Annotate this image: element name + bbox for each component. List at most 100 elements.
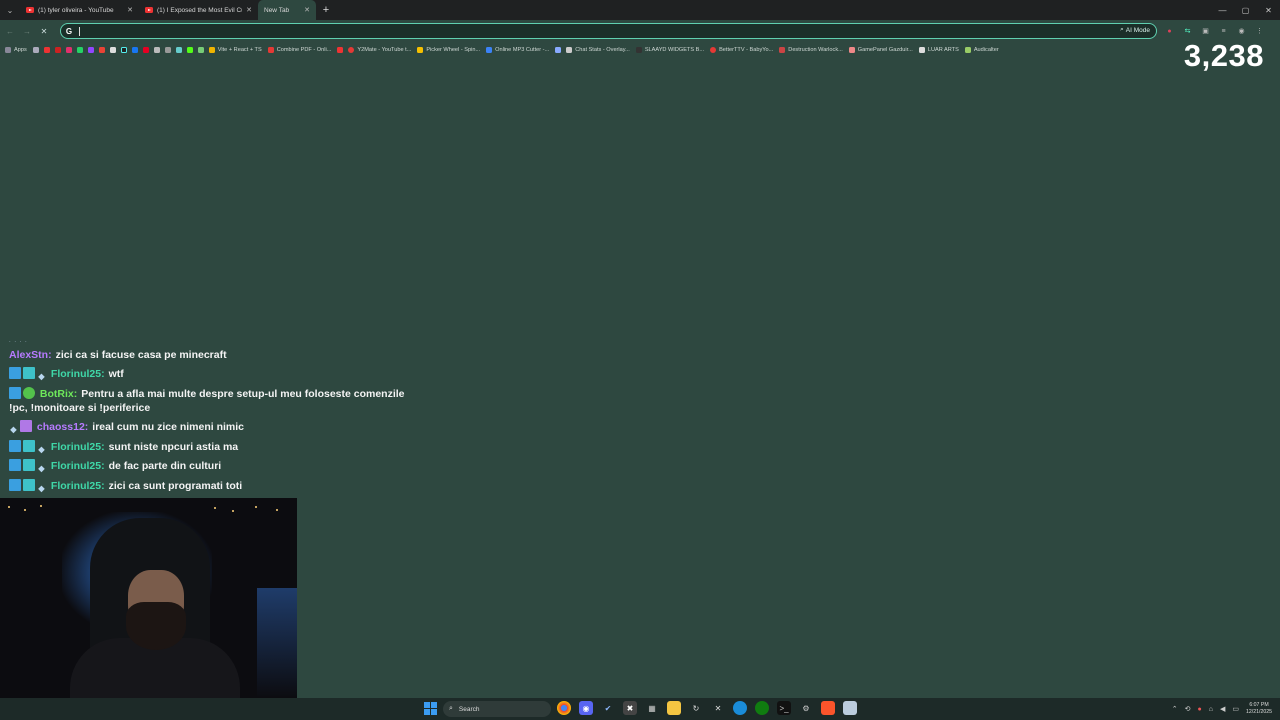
clock-date: 12/21/2025 [1246,709,1272,715]
steam-icon[interactable]: ✔ [601,701,615,715]
terminal-icon[interactable]: >_ [777,701,791,715]
chat-text: wtf [108,368,124,380]
gmail-icon[interactable] [98,46,105,53]
chat-username: Florinul25: [50,440,105,453]
moderator-badge-icon [9,459,21,471]
globe-icon[interactable] [164,46,171,53]
sync-icon[interactable]: ⟲ [1185,705,1191,713]
avatar[interactable]: ◉ [1235,25,1248,38]
bookmark-label: Destruction Warlock... [788,46,843,53]
bookmark-item[interactable]: Online MP3 Cutter -... [486,46,549,53]
kick-icon[interactable] [186,46,193,53]
refresh-icon[interactable]: ↻ [689,701,703,715]
bookmark-item[interactable]: GamePanel Gazduir... [848,46,913,53]
bookmark-apps[interactable]: Apps [5,46,27,53]
xbox-icon[interactable] [755,701,769,715]
menu-icon[interactable]: ⋮ [1253,25,1266,38]
map-pin-icon[interactable] [197,46,204,53]
instagram-icon[interactable] [65,46,72,53]
bookmark-item[interactable]: BetterTTV - BabyYo... [710,46,773,53]
tiktok-icon[interactable] [120,46,127,53]
bookmark-label: Chat Stats - Overlay... [575,46,630,53]
youtube-icon[interactable] [337,46,344,53]
obs-icon[interactable]: ✖ [623,701,637,715]
google-icon: G [65,26,73,36]
tab-youtube-cult[interactable]: (1) I Exposed the Most Evil Cult ✕ [139,0,258,20]
network-icon[interactable]: ⌂ [1209,706,1213,713]
tab-new-tab[interactable]: New Tab ✕ [258,0,316,20]
bookmark-item[interactable]: Chat Stats - Overlay... [566,46,630,53]
close-window-button[interactable]: ✕ [1257,0,1280,20]
link-icon[interactable] [555,46,562,53]
bookmark-label: Audicalter [973,46,999,53]
apps-grid-icon[interactable] [32,46,39,53]
extension-icon[interactable]: ● [1163,25,1176,38]
chat-text: zici ca si facuse casa pe minecraft [55,349,227,361]
maximize-button[interactable]: ▢ [1234,0,1257,20]
close-icon[interactable]: ✕ [246,6,252,14]
twitch-icon[interactable] [87,46,94,53]
puzzle-icon[interactable]: ▣ [1199,25,1212,38]
close-icon[interactable]: ✕ [304,6,310,14]
windows-start-icon[interactable] [424,702,437,715]
minimize-button[interactable]: — [1211,0,1234,20]
address-bar[interactable]: G ⌕ AI Mode [60,23,1157,39]
discord-icon[interactable]: ◉ [579,701,593,715]
close-icon[interactable]: ✕ [127,6,133,14]
x-icon[interactable] [109,46,116,53]
microphone-icon[interactable]: ● [1198,706,1202,713]
youtube-icon [26,7,34,13]
new-tab-button[interactable]: + [316,0,336,20]
calculator-icon[interactable]: ▦ [645,701,659,715]
subscriber-badge-icon [23,478,35,491]
bookmark-item[interactable]: SLAAYD WIDGETS B... [635,46,704,53]
x-icon[interactable]: ✕ [711,701,725,715]
bookmark-item[interactable]: LUAR ARTS [918,46,959,53]
bookmark-icon [779,46,786,53]
bookmark-item[interactable]: Y2Mate - YouTube t... [348,46,411,53]
subscriber-badge-icon [23,459,35,471]
bookmark-icon [348,46,355,53]
notepad-icon[interactable] [843,701,857,715]
youtube-icon[interactable] [54,46,61,53]
chrome-icon[interactable] [557,701,571,715]
bookmark-label: LUAR ARTS [927,46,959,53]
chevron-up-icon[interactable]: ⌃ [1172,705,1178,713]
back-button[interactable]: ← [3,20,17,42]
cloud-icon[interactable] [175,46,182,53]
bookmark-item[interactable]: Destruction Warlock... [779,46,843,53]
stop-button[interactable]: ✕ [37,20,51,42]
chat-text: ireal cum nu zice nimeni nimic [92,421,245,433]
viewer-count: 3,238 [1183,38,1264,73]
bookmark-item[interactable]: Audicalter [964,46,999,53]
tab-youtube-tyler[interactable]: (1) tyler oliveira - YouTube ✕ [20,0,139,20]
media-icon[interactable]: ≡ [1217,25,1230,38]
edge-icon[interactable] [733,701,747,715]
moderator-badge-icon [9,386,21,399]
bookmark-item[interactable]: Vite + React + TS [208,46,262,53]
facebook-icon[interactable] [131,46,138,53]
tab-strip: ⌄ (1) tyler oliveira - YouTube ✕ (1) I E… [0,0,1280,20]
pinterest-icon[interactable] [142,46,149,53]
folder-icon[interactable] [667,701,681,715]
tab-search-button[interactable]: ⌄ [0,0,20,20]
system-clock[interactable]: 6:07 PM 12/21/2025 [1246,702,1272,716]
ai-mode-button[interactable]: ⌕ AI Mode [1120,26,1150,34]
forward-button[interactable]: → [20,20,34,42]
whatsapp-icon[interactable] [76,46,83,53]
taskbar-search[interactable]: ⌕ Search [443,701,551,717]
chat-text: de fac parte din culturi [108,460,222,472]
settings-icon[interactable]: ⚙ [799,701,813,715]
tool-icon[interactable] [153,46,160,53]
translate-icon[interactable]: ⇆ [1181,25,1194,38]
volume-icon[interactable]: ◀ [1220,705,1225,713]
bookmark-item[interactable]: Combine PDF - Onli... [267,46,331,53]
battery-icon[interactable]: ▭ [1232,705,1239,713]
webcam-feed [0,498,297,698]
bookmark-item[interactable]: Picker Wheel - Spin... [417,46,480,53]
bookmark-icon [566,46,573,53]
brave-icon[interactable] [821,701,835,715]
youtube-icon[interactable] [43,46,50,53]
chat-message: ◆ Florinul25: de fac parte din culturi [9,459,409,474]
chat-message: ◆ Florinul25: zici ca sunt programati tot… [9,478,409,494]
